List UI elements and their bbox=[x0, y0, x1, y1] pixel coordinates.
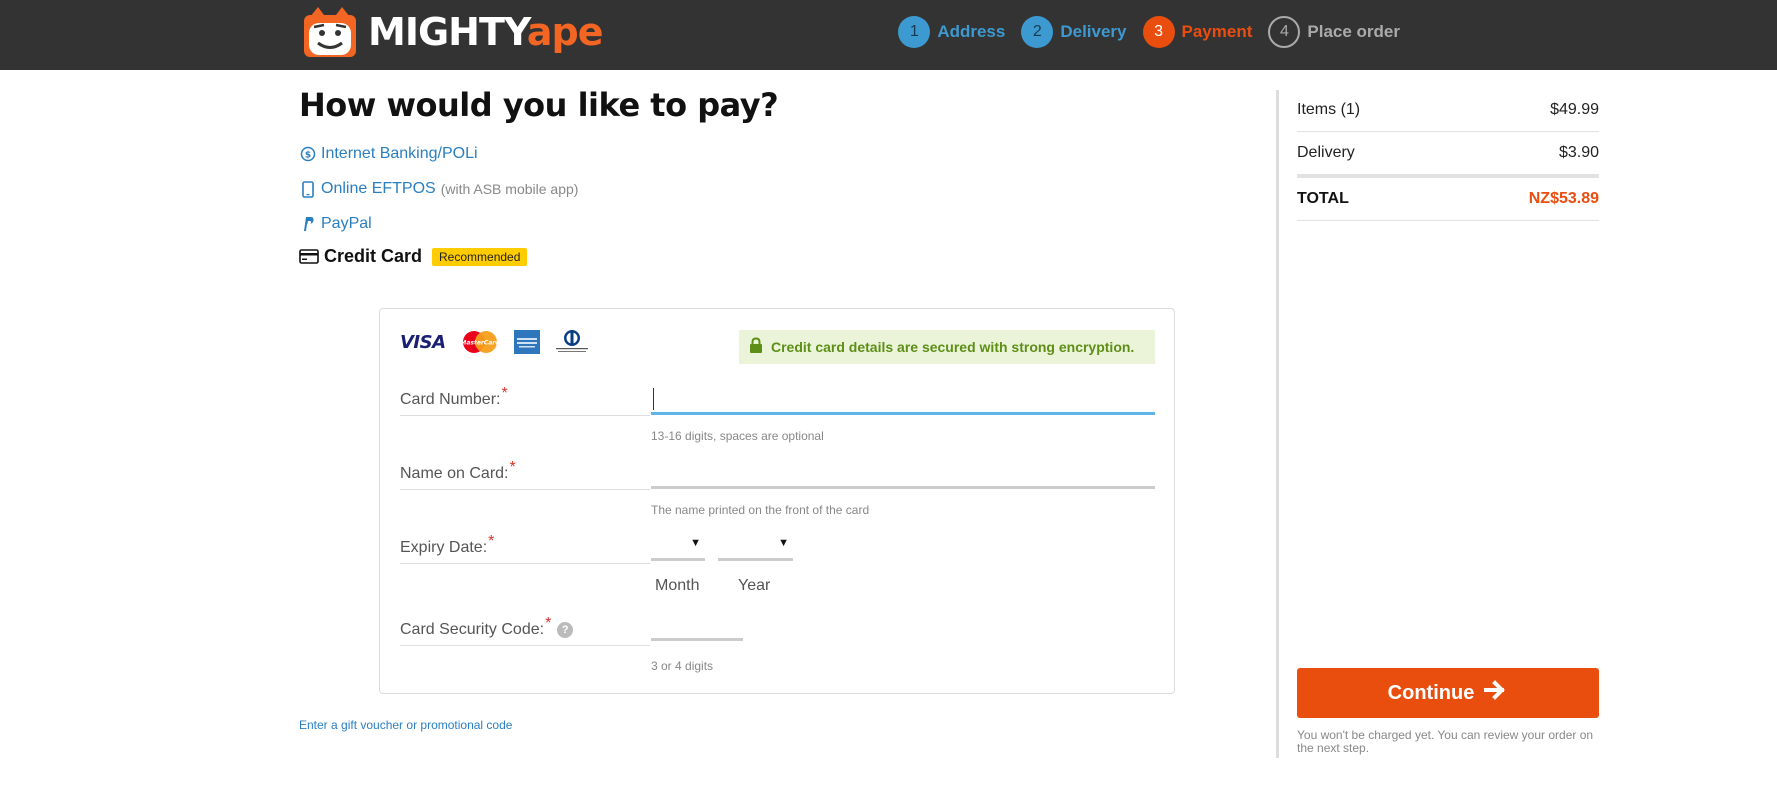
secure-notice-text: Credit card details are secured with str… bbox=[771, 339, 1135, 355]
items-label: Items (1) bbox=[1297, 101, 1361, 118]
arrow-right-icon bbox=[1484, 680, 1508, 706]
online-eftpos-note: (with ASB mobile app) bbox=[440, 181, 579, 197]
ape-logo-icon bbox=[304, 7, 356, 57]
step-label: Place order bbox=[1307, 22, 1400, 41]
security-code-hint: 3 or 4 digits bbox=[651, 659, 714, 673]
expiry-date-label: Expiry Date:* bbox=[400, 533, 650, 564]
step-label: Delivery bbox=[1060, 22, 1127, 41]
delivery-label: Delivery bbox=[1297, 144, 1355, 161]
name-on-card-label: Name on Card:* bbox=[400, 459, 650, 490]
text-caret bbox=[653, 388, 654, 410]
dropdown-arrow-icon: ▼ bbox=[690, 537, 701, 549]
dropdown-arrow-icon: ▼ bbox=[778, 537, 789, 549]
security-code-input[interactable] bbox=[651, 611, 743, 641]
name-on-card-hint: The name printed on the front of the car… bbox=[651, 503, 870, 517]
payment-option-paypal[interactable]: PayPal bbox=[299, 215, 372, 233]
lock-icon bbox=[749, 337, 763, 357]
charge-note: You won't be charged yet. You can review… bbox=[1297, 728, 1594, 755]
expiry-date-label-text: Expiry Date: bbox=[400, 539, 488, 556]
step-payment: 3 Payment bbox=[1142, 16, 1253, 48]
credit-card-icon bbox=[299, 248, 319, 266]
paypal-icon bbox=[299, 215, 317, 233]
dollar-circle-icon: $ bbox=[299, 145, 317, 163]
card-logos: VISA MasterCard bbox=[400, 329, 604, 355]
step-number: 3 bbox=[1142, 16, 1175, 48]
security-code-label: Card Security Code:*? bbox=[400, 615, 650, 646]
internet-banking-link[interactable]: Internet Banking/POLi bbox=[321, 145, 478, 163]
required-marker: * bbox=[501, 385, 508, 402]
expiry-year-select[interactable]: ▼ bbox=[718, 535, 793, 561]
payment-option-internet-banking[interactable]: $ Internet Banking/POLi bbox=[299, 145, 478, 163]
svg-text:$: $ bbox=[305, 151, 311, 161]
items-value: $49.99 bbox=[1550, 101, 1599, 118]
summary-divider-thick bbox=[1297, 174, 1599, 178]
summary-divider bbox=[1297, 220, 1599, 221]
amex-logo bbox=[513, 330, 540, 354]
checkout-steps: 1 Address 2 Delivery 3 Payment 4 Place o… bbox=[882, 16, 1400, 48]
brand-ape: ape bbox=[526, 10, 604, 54]
expiry-month-caption: Month bbox=[655, 577, 700, 594]
total-value: NZ$53.89 bbox=[1528, 190, 1599, 207]
required-marker: * bbox=[509, 459, 516, 476]
summary-delivery-row: Delivery $3.90 bbox=[1297, 144, 1599, 162]
page-title: How would you like to pay? bbox=[299, 86, 779, 124]
name-on-card-input[interactable] bbox=[651, 459, 1155, 489]
paypal-link[interactable]: PayPal bbox=[321, 215, 372, 233]
mightyape-logo[interactable]: MIGHTYape bbox=[300, 5, 604, 59]
gift-voucher-link[interactable]: Enter a gift voucher or promotional code bbox=[299, 718, 512, 732]
name-on-card-label-text: Name on Card: bbox=[400, 465, 509, 482]
required-marker: * bbox=[488, 533, 495, 550]
total-label: TOTAL bbox=[1297, 190, 1349, 207]
credit-card-form: VISA MasterCard Credit card details are … bbox=[379, 308, 1175, 694]
top-header: MIGHTYape 1 Address 2 Delivery 3 Payment… bbox=[0, 0, 1777, 70]
card-number-label: Card Number:* bbox=[400, 385, 650, 416]
payment-option-credit-card[interactable]: Credit Card Recommended bbox=[299, 246, 528, 267]
help-icon[interactable]: ? bbox=[557, 621, 574, 638]
expiry-month-select[interactable]: ▼ bbox=[651, 535, 705, 561]
step-address[interactable]: 1 Address bbox=[898, 16, 1005, 48]
step-number: 2 bbox=[1021, 16, 1054, 48]
secure-encryption-notice: Credit card details are secured with str… bbox=[739, 330, 1155, 364]
step-number: 4 bbox=[1268, 16, 1301, 48]
continue-label: Continue bbox=[1387, 681, 1475, 704]
summary-items-row: Items (1) $49.99 bbox=[1297, 101, 1599, 119]
card-number-label-text: Card Number: bbox=[400, 391, 501, 408]
brand-name: MIGHTYape bbox=[368, 5, 604, 59]
step-number: 1 bbox=[898, 16, 931, 48]
summary-total-row: TOTAL NZ$53.89 bbox=[1297, 190, 1599, 208]
expiry-year-caption: Year bbox=[738, 577, 771, 594]
mastercard-logo: MasterCard bbox=[460, 331, 500, 353]
card-number-hint: 13-16 digits, spaces are optional bbox=[651, 429, 824, 443]
column-divider bbox=[1276, 90, 1279, 758]
svg-text:MasterCard: MasterCard bbox=[460, 340, 500, 347]
required-marker: * bbox=[545, 615, 552, 632]
card-number-input[interactable] bbox=[651, 385, 1155, 415]
summary-divider bbox=[1297, 131, 1599, 132]
brand-mighty: MIGHTY bbox=[368, 10, 528, 54]
online-eftpos-link[interactable]: Online EFTPOS bbox=[321, 180, 436, 198]
mobile-phone-icon bbox=[299, 180, 317, 198]
step-place-order: 4 Place order bbox=[1268, 16, 1400, 48]
visa-logo: VISA bbox=[400, 331, 446, 353]
payment-option-online-eftpos[interactable]: Online EFTPOS (with ASB mobile app) bbox=[299, 180, 578, 198]
credit-card-label: Credit Card bbox=[324, 246, 423, 266]
recommended-badge: Recommended bbox=[432, 247, 528, 266]
step-delivery[interactable]: 2 Delivery bbox=[1021, 16, 1127, 48]
step-label: Payment bbox=[1181, 22, 1253, 41]
diners-club-logo bbox=[555, 330, 588, 352]
step-label: Address bbox=[937, 22, 1006, 41]
delivery-value: $3.90 bbox=[1558, 144, 1599, 161]
continue-button[interactable]: Continue bbox=[1297, 668, 1599, 718]
security-code-label-text: Card Security Code: bbox=[400, 621, 545, 638]
